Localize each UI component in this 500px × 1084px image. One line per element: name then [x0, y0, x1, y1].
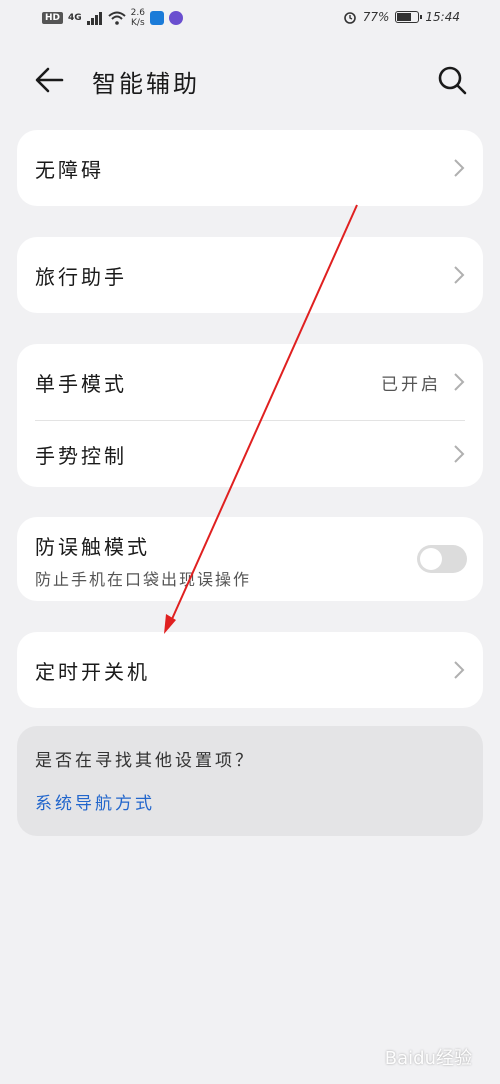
chevron-right-icon [454, 661, 465, 679]
network-label: 4G [68, 13, 82, 23]
status-right: 77% 15:44 [343, 10, 460, 24]
accessibility-label: 无障碍 [35, 157, 104, 182]
speed-unit: K/s [131, 18, 145, 28]
travel-assistant-label: 旅行助手 [35, 264, 127, 289]
watermark: Baidu经验 [384, 1048, 472, 1069]
chevron-right-icon [454, 373, 465, 391]
timer-power-card: 定时开关机 [17, 632, 483, 708]
status-left: HD 4G 2.6 K/s [42, 8, 183, 28]
alarm-icon [343, 12, 356, 24]
search-icon[interactable] [434, 62, 470, 98]
one-hand-mode-row[interactable]: 单手模式 已开启 [17, 344, 483, 420]
back-arrow-icon[interactable] [30, 60, 70, 100]
planet-app-icon [169, 11, 183, 25]
shield-app-icon [150, 11, 164, 25]
toggle-knob [420, 548, 442, 570]
suggestion-question: 是否在寻找其他设置项？ [35, 751, 255, 771]
accessibility-row[interactable]: 无障碍 [17, 130, 483, 206]
status-bar: HD 4G 2.6 K/s 77% 15:44 [0, 0, 500, 40]
battery-icon [395, 11, 423, 23]
hd-badge: HD [42, 12, 64, 24]
system-navigation-link[interactable]: 系统导航方式 [35, 789, 155, 814]
suggestion-card: 是否在寻找其他设置项？ 系统导航方式 [17, 726, 483, 836]
speed-value: 2.6 [130, 8, 145, 18]
gesture-control-row[interactable]: 手势控制 [17, 421, 483, 487]
one-hand-gesture-card: 单手模式 已开启 手势控制 [17, 344, 483, 487]
anti-mistouch-label: 防误触模式 [35, 535, 150, 559]
clock: 15:44 [425, 10, 460, 24]
wifi-icon [108, 11, 126, 25]
one-hand-mode-label: 单手模式 [35, 371, 127, 396]
anti-mistouch-card: 防误触模式 防止手机在口袋出现误操作 [17, 517, 483, 601]
chevron-right-icon [454, 159, 465, 177]
timer-power-row[interactable]: 定时开关机 [17, 632, 483, 708]
chevron-right-icon [454, 445, 465, 463]
travel-assistant-row[interactable]: 旅行助手 [17, 237, 483, 313]
chevron-right-icon [454, 266, 465, 284]
gesture-control-label: 手势控制 [35, 443, 127, 468]
one-hand-mode-status: 已开启 [381, 374, 441, 395]
app-header: 智能辅助 [0, 50, 500, 110]
travel-card: 旅行助手 [17, 237, 483, 313]
page-title: 智能辅助 [92, 70, 200, 98]
anti-mistouch-row[interactable]: 防误触模式 防止手机在口袋出现误操作 [17, 517, 483, 601]
battery-percent: 77% [362, 10, 390, 24]
anti-mistouch-description: 防止手机在口袋出现误操作 [35, 570, 252, 589]
accessibility-card: 无障碍 [17, 130, 483, 206]
network-speed: 2.6 K/s [131, 8, 145, 28]
timer-power-label: 定时开关机 [35, 659, 150, 684]
anti-mistouch-toggle[interactable] [417, 545, 467, 573]
signal-icon [86, 12, 102, 25]
